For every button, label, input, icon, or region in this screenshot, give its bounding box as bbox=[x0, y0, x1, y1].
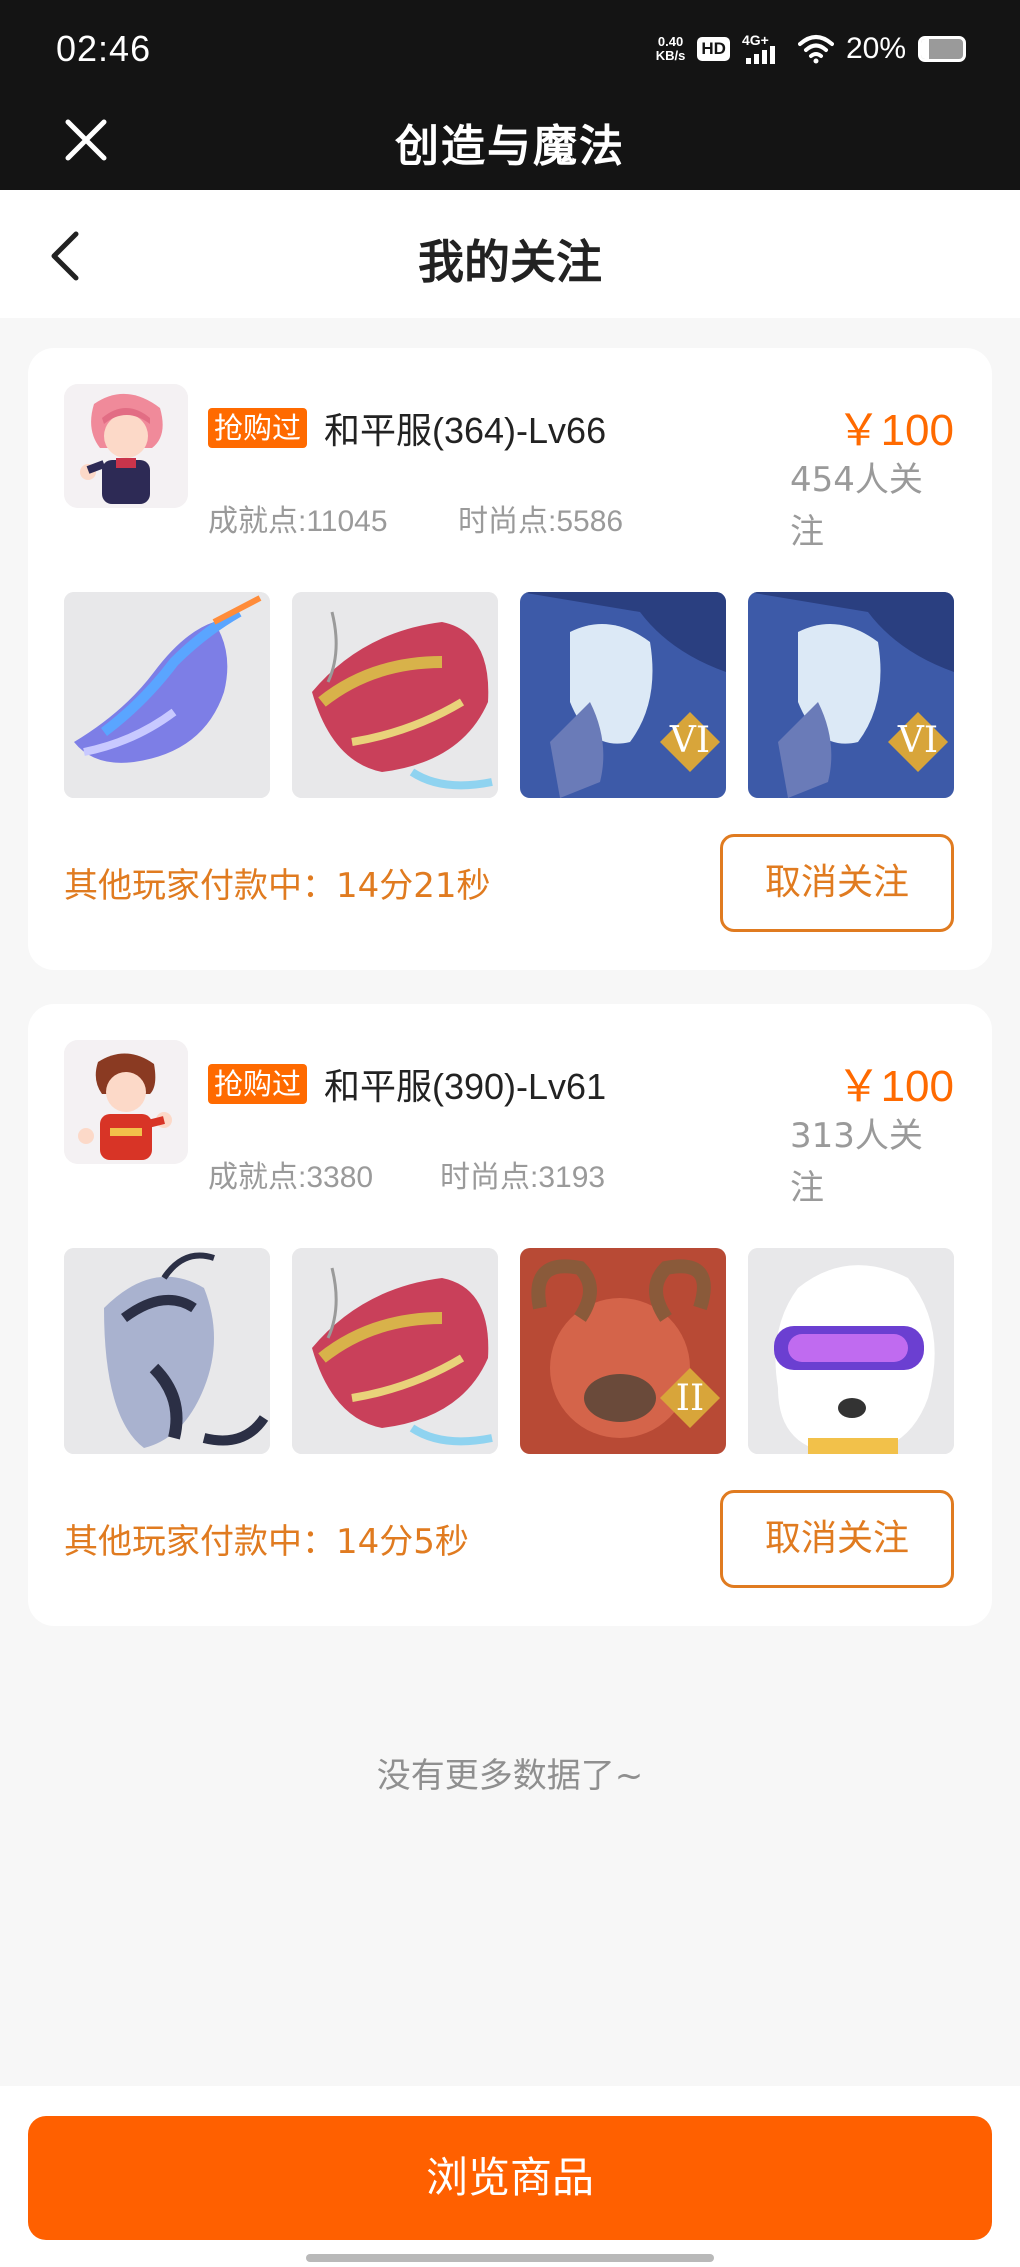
red-gold-dragon-mount-image[interactable] bbox=[292, 1248, 498, 1454]
price: ￥100 bbox=[836, 406, 954, 455]
payment-status: 其他玩家付款中：14分5秒 bbox=[64, 1522, 469, 1562]
avatar bbox=[64, 1040, 188, 1164]
follower-count: 454人关注 bbox=[790, 460, 923, 552]
blue-dragon-mount-image[interactable] bbox=[64, 592, 270, 798]
status-icons: 0.40 KB/s HD 4G+ 20% bbox=[656, 32, 966, 66]
red-gold-dragon-mount-image[interactable] bbox=[292, 592, 498, 798]
battery-percent: 20% bbox=[845, 32, 906, 65]
bottom-bar: 浏览商品 bbox=[0, 2086, 1020, 2267]
battery-icon bbox=[918, 36, 966, 62]
unfollow-button[interactable]: 取消关注 bbox=[720, 834, 954, 932]
red-ram-mount-image[interactable]: II bbox=[520, 1248, 726, 1454]
browse-products-button[interactable]: 浏览商品 bbox=[28, 2116, 992, 2240]
unfollow-button[interactable]: 取消关注 bbox=[720, 1490, 954, 1588]
status-time: 02:46 bbox=[56, 28, 152, 69]
purchased-badge: 抢购过 bbox=[208, 408, 308, 448]
fashion-points: 时尚点:3193 bbox=[440, 1161, 606, 1194]
listing-card[interactable]: 抢购过 和平服(390)-Lv61 成就点:3380 时尚点:3193 ￥100… bbox=[28, 1004, 992, 1626]
listing-card[interactable]: 抢购过 和平服(364)-Lv66 成就点:11045 时尚点:5586 ￥10… bbox=[28, 348, 992, 970]
fashion-points: 时尚点:5586 bbox=[458, 505, 624, 538]
avatar bbox=[64, 384, 188, 508]
payment-status: 其他玩家付款中：14分21秒 bbox=[64, 866, 491, 906]
ice-wing-mount-image[interactable]: VI bbox=[748, 592, 954, 798]
svg-text:II: II bbox=[676, 1378, 704, 1419]
app-title: 创造与魔法 bbox=[395, 121, 625, 172]
signal-icon: 4G+ bbox=[742, 32, 786, 64]
list-end-text: 没有更多数据了~ bbox=[376, 1756, 644, 1796]
item-thumbnails: VI VI bbox=[64, 592, 954, 798]
wifi-icon bbox=[797, 35, 834, 64]
white-bear-goggles-image[interactable] bbox=[748, 1248, 954, 1454]
svg-text:VI: VI bbox=[669, 720, 710, 761]
account-name[interactable]: 和平服(390)-Lv61 bbox=[324, 1058, 606, 1110]
price: ￥100 bbox=[836, 1062, 954, 1111]
home-indicator[interactable] bbox=[306, 2254, 714, 2262]
ice-wing-mount-image[interactable]: VI bbox=[520, 592, 726, 798]
silver-dragon-mount-image[interactable] bbox=[64, 1248, 270, 1454]
purchased-badge: 抢购过 bbox=[208, 1064, 308, 1104]
svg-text:VI: VI bbox=[897, 720, 938, 761]
status-bar: 02:46 0.40 KB/s HD 4G+ 20% bbox=[0, 0, 1020, 90]
page-header: 我的关注 bbox=[0, 190, 1020, 318]
achievement-points: 成就点:11045 bbox=[208, 505, 388, 538]
app-title-bar: 创造与魔法 bbox=[0, 90, 1020, 190]
hd-badge: HD bbox=[697, 37, 730, 61]
follower-count: 313人关注 bbox=[790, 1116, 923, 1208]
account-name[interactable]: 和平服(364)-Lv66 bbox=[324, 402, 606, 454]
network-speed: 0.40 KB/s bbox=[655, 34, 686, 63]
item-thumbnails: II bbox=[64, 1248, 954, 1454]
achievement-points: 成就点:3380 bbox=[208, 1161, 374, 1194]
page-title: 我的关注 bbox=[418, 235, 602, 289]
